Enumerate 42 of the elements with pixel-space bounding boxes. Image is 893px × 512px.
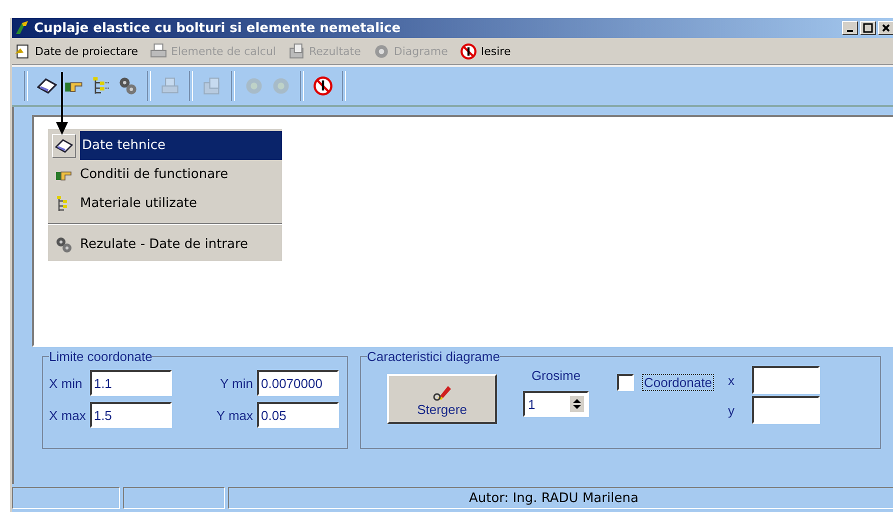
input-field[interactable]: 1.5 xyxy=(90,402,172,428)
printer-icon xyxy=(150,42,168,60)
arrow xyxy=(55,72,69,136)
input-field[interactable] xyxy=(752,366,820,394)
status-text: Autor: Ing. RADU Marilena xyxy=(228,487,893,509)
spin-arrows-icon[interactable] xyxy=(570,396,584,412)
maximize-icon xyxy=(863,23,873,33)
thickness-label: Grosime xyxy=(531,368,581,383)
checkbox-label[interactable]: Coordonate xyxy=(642,374,714,391)
group-title: Caracteristici diagrame xyxy=(367,349,500,364)
dropdown-item[interactable]: Materiale utilizate xyxy=(48,189,282,218)
gears-icon xyxy=(55,236,73,254)
gear-icon xyxy=(372,42,390,60)
erase-button[interactable]: Stergere xyxy=(387,374,497,424)
window-title: Cuplaje elastice cu bolturi si elemente nemetalice xyxy=(34,20,401,36)
minimize-button[interactable] xyxy=(842,21,858,35)
field-label: x xyxy=(728,372,734,388)
dropdown-item[interactable]: Conditii de functionare xyxy=(48,160,282,189)
field-label: X min xyxy=(49,376,84,390)
close-button[interactable] xyxy=(878,21,893,35)
field-label: Y min xyxy=(219,376,253,390)
input-field[interactable] xyxy=(752,396,820,424)
menu-item[interactable]: Iesire xyxy=(460,42,511,60)
minimize-icon xyxy=(847,30,853,32)
stop-icon xyxy=(460,42,477,60)
documents-icon xyxy=(288,42,305,60)
document-icon xyxy=(14,42,31,60)
dropdown-item[interactable]: Rezulate - Date de intrare xyxy=(48,230,282,259)
input-field[interactable]: 1.1 xyxy=(90,370,172,396)
close-icon xyxy=(881,23,891,33)
checkbox[interactable] xyxy=(617,374,634,391)
field-label: X max xyxy=(49,408,86,422)
input-field[interactable]: 0.0070000 xyxy=(257,370,339,396)
field-label: Y max xyxy=(215,408,253,422)
maximize-button[interactable] xyxy=(860,21,876,35)
menu-item[interactable]: Date de proiectare xyxy=(14,42,138,60)
group-title: Limite coordonate xyxy=(49,349,152,364)
spin-field[interactable]: 1 xyxy=(523,391,589,417)
app-icon xyxy=(14,20,30,36)
input-field[interactable]: 0.05 xyxy=(257,402,339,428)
book-icon xyxy=(55,136,73,154)
field-label: y xyxy=(728,402,734,418)
